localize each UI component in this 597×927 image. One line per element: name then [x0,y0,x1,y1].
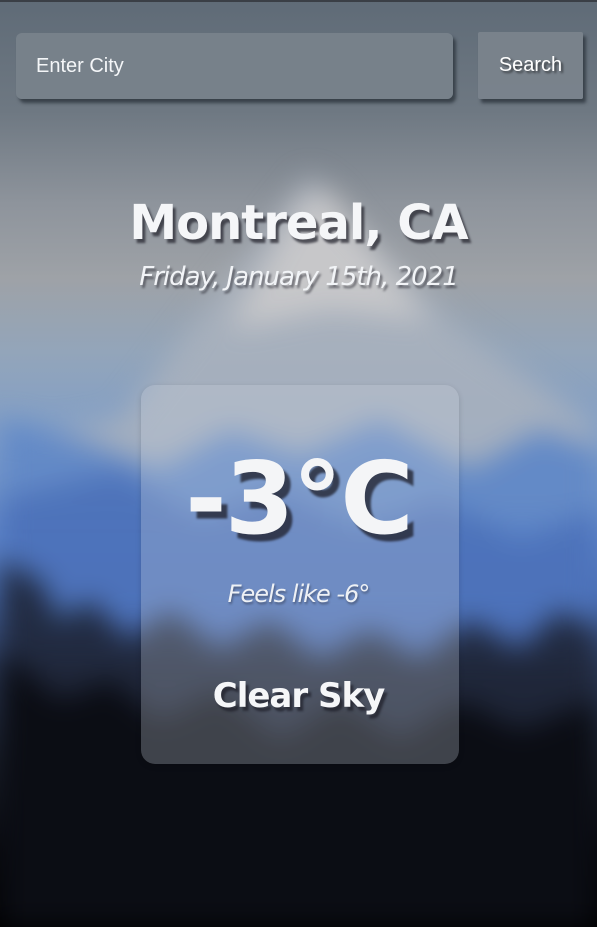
weather-condition: Clear Sky [212,676,385,716]
city-search-input[interactable] [16,33,453,99]
temperature-readout: -3°C [185,440,413,557]
feels-like-text: Feels like -6° [227,580,371,608]
city-name: Montreal, CA [129,195,468,251]
current-date: Friday, January 15th, 2021 [139,262,459,292]
search-button[interactable]: Search [478,32,583,99]
window-top-border [0,0,597,2]
